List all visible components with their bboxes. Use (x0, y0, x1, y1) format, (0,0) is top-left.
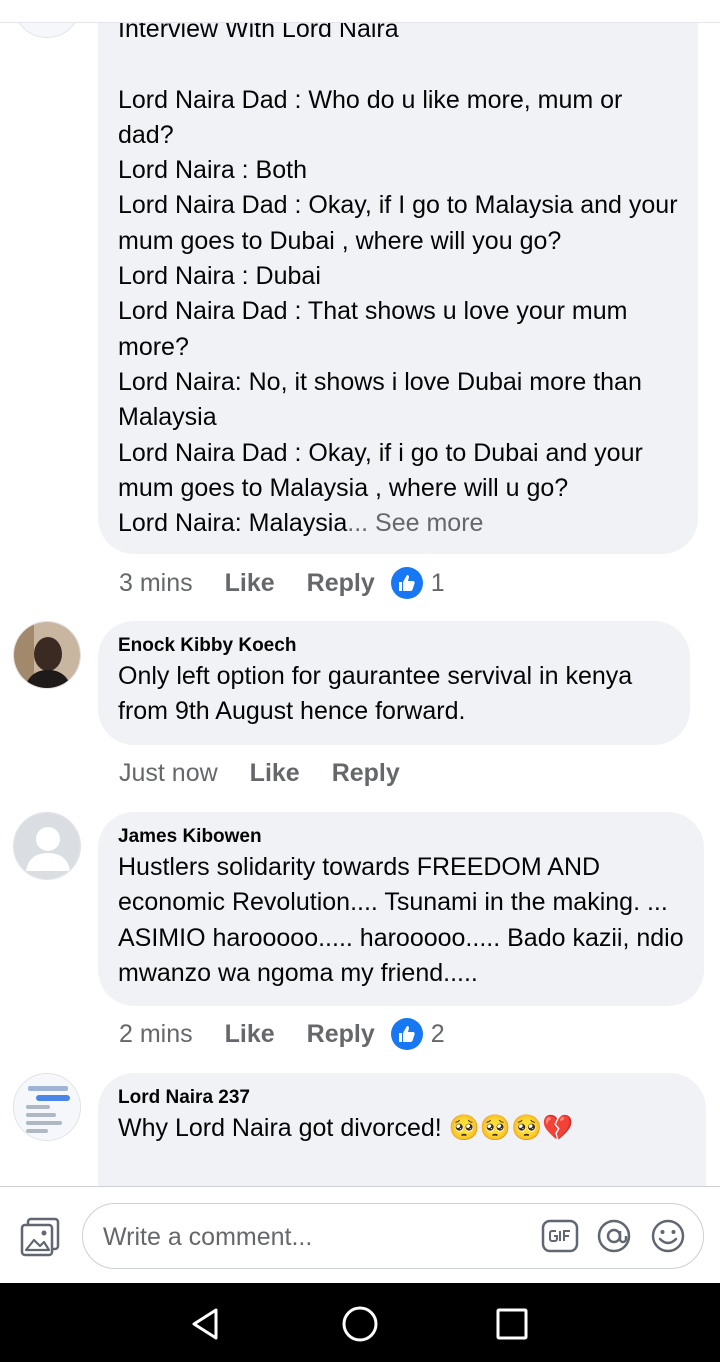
comment-bubble: Lord Naira 237 Why Lord Naira got divorc… (98, 1073, 706, 1186)
avatar[interactable] (13, 1073, 81, 1141)
thumbs-up-icon (390, 1018, 423, 1050)
like-button[interactable]: Like (250, 759, 300, 788)
recents-icon[interactable] (488, 1300, 536, 1348)
reaction-summary[interactable]: 2 (390, 1018, 445, 1050)
comment-author[interactable]: Enock Kibby Koech (118, 633, 670, 659)
comment-text: Only left option for gaurantee servival … (118, 662, 640, 726)
comment-author[interactable]: James Kibowen (118, 824, 684, 850)
see-more-link[interactable]: ... See more (347, 509, 483, 537)
home-icon[interactable] (336, 1300, 384, 1348)
photo-icon[interactable] (20, 1217, 62, 1257)
thumbs-up-icon (390, 567, 423, 599)
like-button[interactable]: Like (225, 569, 275, 598)
comment-text: Interview With Lord Naira Lord Naira Dad… (118, 15, 678, 538)
reaction-count: 1 (430, 568, 445, 597)
reaction-summary[interactable]: 1 (390, 567, 445, 599)
comment-bubble: Enock Kibby Koech Only left option for g… (98, 621, 690, 745)
comment-time: 3 mins (119, 568, 193, 597)
comment-actions: Just now Like Reply (119, 753, 400, 793)
reply-button[interactable]: Reply (307, 1020, 375, 1049)
comment-time: 2 mins (119, 1019, 193, 1048)
comment-composer (0, 1186, 720, 1283)
comment-bubble: Interview With Lord Naira Lord Naira Dad… (98, 0, 698, 554)
reply-button[interactable]: Reply (332, 759, 400, 788)
comment-text: Hustlers solidarity towards FREEDOM AND … (118, 853, 691, 987)
comment-actions: 3 mins Like Reply 1 (119, 563, 445, 603)
comment-input-box[interactable] (82, 1203, 704, 1269)
top-strip (0, 0, 720, 23)
mention-icon[interactable] (595, 1218, 633, 1259)
comment-actions: 2 mins Like Reply 2 (119, 1014, 445, 1054)
comment-time: Just now (119, 758, 218, 787)
comment-feed: Interview With Lord Naira Lord Naira Dad… (0, 0, 720, 1186)
comment-text: Why Lord Naira got divorced! 🥺🥺🥺💔 (118, 1114, 574, 1142)
gif-icon[interactable] (541, 1218, 579, 1259)
system-nav-bar (0, 1283, 720, 1362)
avatar[interactable] (13, 812, 81, 880)
reply-button[interactable]: Reply (307, 569, 375, 598)
reaction-count: 2 (430, 1019, 445, 1048)
emoji-icon[interactable] (649, 1218, 687, 1259)
comment-author[interactable]: Lord Naira 237 (118, 1085, 686, 1111)
comment-input[interactable] (101, 1216, 525, 1258)
comment-bubble: James Kibowen Hustlers solidarity toward… (98, 812, 704, 1006)
avatar[interactable] (13, 621, 81, 689)
like-button[interactable]: Like (225, 1020, 275, 1049)
back-icon[interactable] (182, 1300, 230, 1348)
